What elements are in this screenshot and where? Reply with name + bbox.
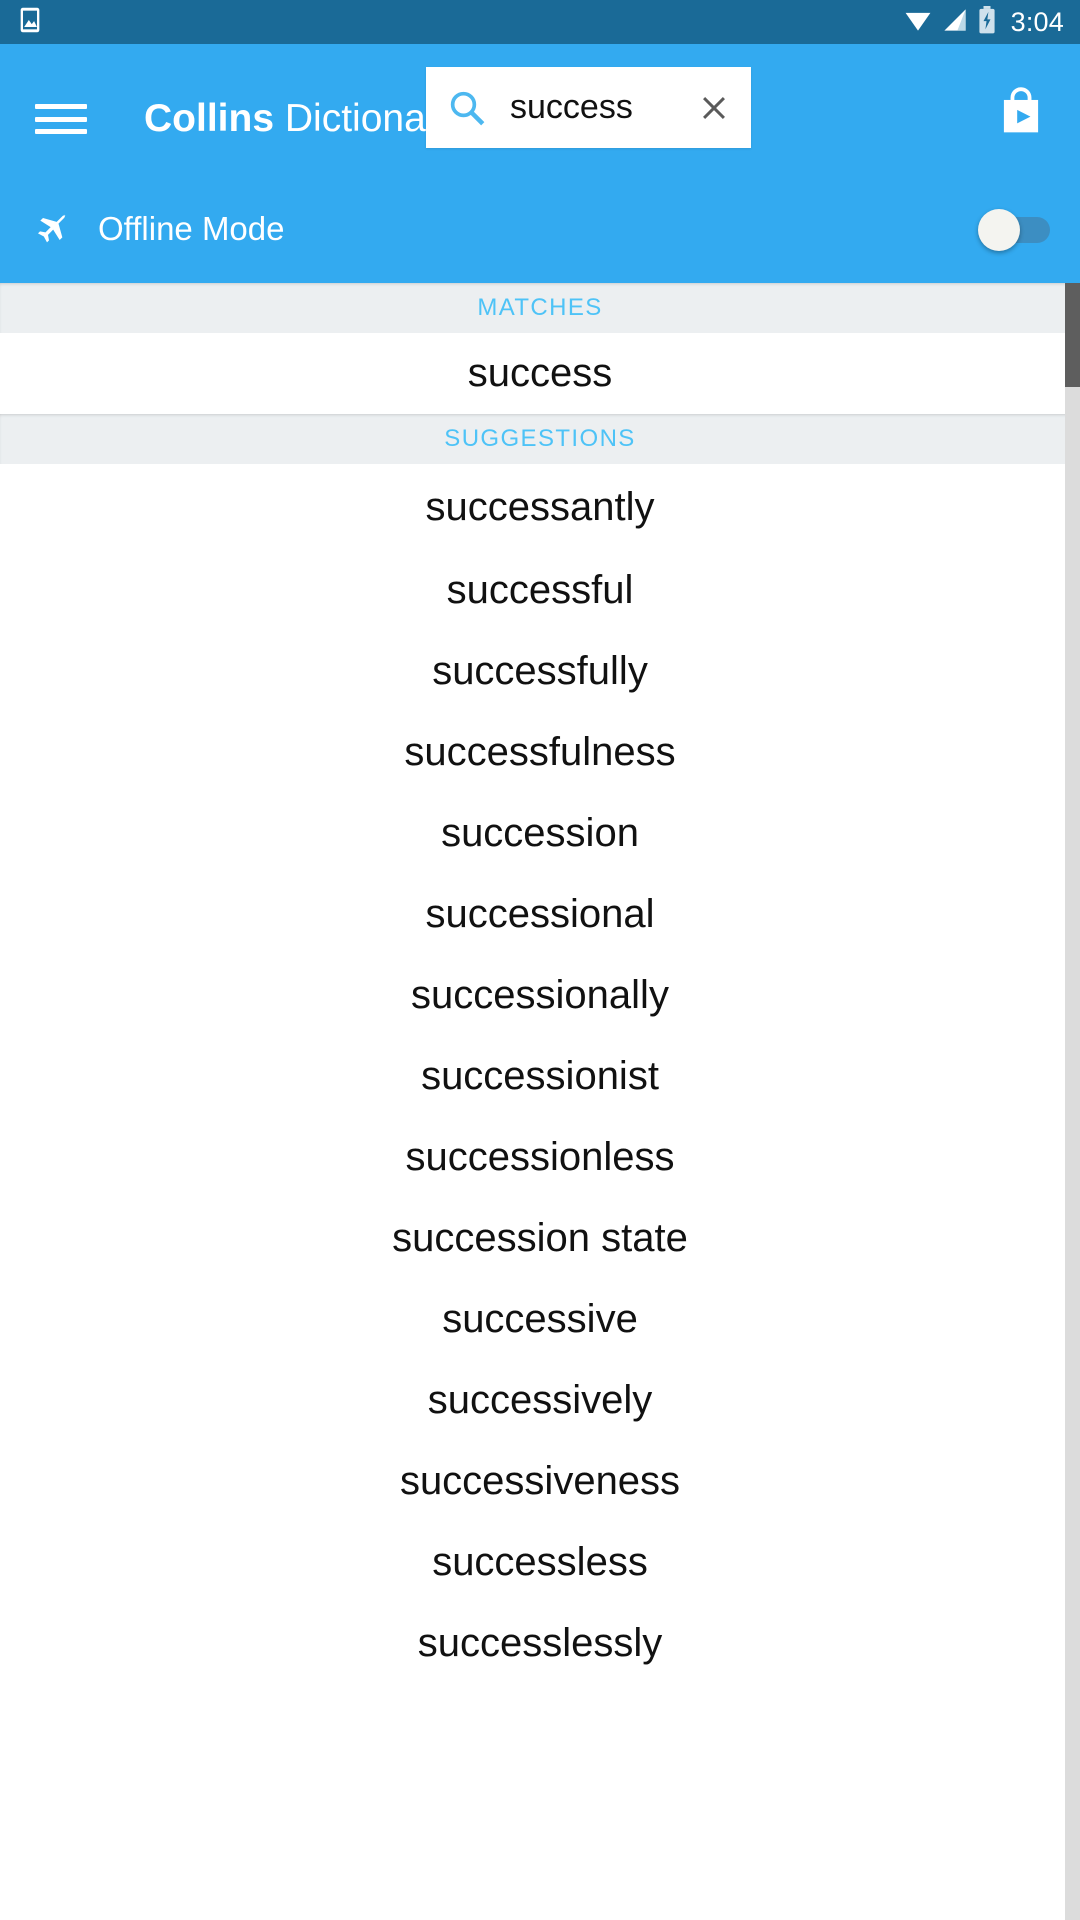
list-item-label: successionally xyxy=(411,973,669,1017)
section-header-suggestions-label: SUGGESTIONS xyxy=(444,425,636,452)
list-item[interactable]: successionist xyxy=(0,1036,1080,1117)
battery-charging-icon xyxy=(977,5,997,39)
offline-mode-label: Offline Mode xyxy=(98,210,285,247)
section-header-matches: MATCHES xyxy=(0,283,1080,333)
app-title-brand: Collins xyxy=(144,97,275,140)
status-bar: 3:04 xyxy=(0,0,1080,44)
offline-mode-row[interactable]: Offline Mode xyxy=(0,175,1080,283)
page-title: Collins Dictionary xyxy=(144,90,458,148)
scrollbar-track[interactable] xyxy=(1065,283,1080,1920)
status-bar-clock: 3:04 xyxy=(1010,6,1064,37)
section-header-matches-label: MATCHES xyxy=(477,294,603,321)
app-bar: Collins Dictionary success xyxy=(0,44,1080,175)
list-item[interactable]: successive xyxy=(0,1279,1080,1360)
photo-icon xyxy=(16,6,44,39)
offline-mode-toggle[interactable] xyxy=(978,209,1050,251)
status-bar-right: 3:04 xyxy=(903,5,1064,39)
list-item[interactable]: successfully xyxy=(0,631,1080,712)
wifi-icon xyxy=(903,7,933,38)
list-item[interactable]: successionally xyxy=(0,955,1080,1036)
google-play-store-icon[interactable] xyxy=(990,82,1052,144)
list-item-label: successless xyxy=(432,1540,648,1584)
list-item[interactable]: successless xyxy=(0,1522,1080,1603)
hamburger-line-2 xyxy=(35,116,87,122)
toggle-thumb xyxy=(978,209,1020,251)
list-item-label: successiveness xyxy=(399,1459,681,1503)
hamburger-line-3 xyxy=(35,129,87,134)
list-item-label: successlessly xyxy=(417,1621,663,1665)
list-item[interactable]: successantly xyxy=(0,464,1080,550)
list-item[interactable]: successful xyxy=(0,550,1080,631)
list-item-label: successfully xyxy=(432,649,648,693)
list-item[interactable]: successionless xyxy=(0,1117,1080,1198)
close-x-icon[interactable] xyxy=(691,85,737,131)
list-item-label: succession state xyxy=(392,1216,688,1260)
list-item[interactable]: successiveness xyxy=(0,1441,1080,1522)
list-item-label: successful xyxy=(446,568,634,612)
status-bar-left xyxy=(16,6,44,39)
list-item-label: succession xyxy=(441,811,639,855)
scrollbar-thumb[interactable] xyxy=(1065,283,1080,387)
list-item[interactable]: successfulness xyxy=(0,712,1080,793)
results-list[interactable]: MATCHES success SUGGESTIONS successantly… xyxy=(0,283,1080,1920)
list-item-label: successfulness xyxy=(404,730,676,774)
list-item[interactable]: succession state xyxy=(0,1198,1080,1279)
suggestions-group: successantly successful successfully suc… xyxy=(0,464,1080,1684)
list-item[interactable]: successively xyxy=(0,1360,1080,1441)
list-item-label: successional xyxy=(425,892,655,936)
list-item-label: successively xyxy=(427,1378,653,1422)
list-item[interactable]: succession xyxy=(0,793,1080,874)
airplane-icon xyxy=(28,207,72,251)
search-icon xyxy=(446,87,488,129)
list-item-label: success xyxy=(467,351,613,395)
list-item[interactable]: success xyxy=(0,333,1080,414)
list-item-label: successive xyxy=(442,1297,638,1341)
search-input[interactable]: success xyxy=(426,67,751,148)
search-input-value: success xyxy=(510,88,633,126)
cellular-signal-icon xyxy=(942,7,968,38)
list-item[interactable]: successional xyxy=(0,874,1080,955)
list-item[interactable]: successlessly xyxy=(0,1603,1080,1684)
list-item-label: successionist xyxy=(421,1054,659,1098)
hamburger-menu-icon[interactable] xyxy=(33,97,89,141)
section-header-suggestions: SUGGESTIONS xyxy=(0,414,1080,464)
list-item-label: successionless xyxy=(405,1135,675,1179)
list-item-label: successantly xyxy=(425,484,655,529)
hamburger-line-1 xyxy=(35,104,87,109)
matches-group: success xyxy=(0,333,1080,414)
